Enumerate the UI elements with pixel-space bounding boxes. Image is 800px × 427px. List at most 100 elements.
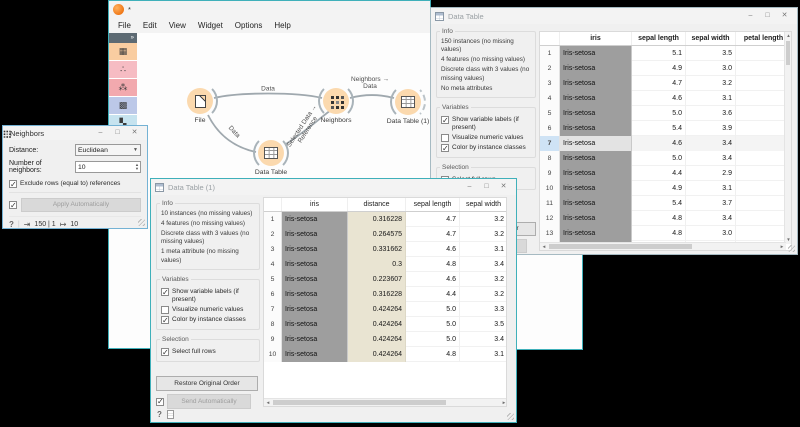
node-neighbors[interactable] bbox=[323, 88, 349, 114]
menu-help[interactable]: Help bbox=[268, 21, 296, 30]
maximize-button[interactable]: □ bbox=[759, 8, 776, 24]
table-cell: 0.264575 bbox=[348, 227, 406, 242]
minimize-button[interactable]: – bbox=[92, 126, 109, 140]
dock-collapse-button[interactable]: » bbox=[109, 33, 137, 43]
table-row[interactable]: 4Iris-setosa4.63.11.5 bbox=[540, 91, 786, 106]
menu-view[interactable]: View bbox=[163, 21, 192, 30]
send-automatically-checkbox[interactable] bbox=[156, 398, 164, 406]
num-neighbors-stepper[interactable]: 10 ▲▼ bbox=[75, 161, 141, 173]
close-button[interactable]: ✕ bbox=[495, 179, 512, 195]
table-row[interactable]: 3Iris-setosa4.73.21.3 bbox=[540, 76, 786, 91]
table-row[interactable]: 13Iris-setosa4.83.01.4 bbox=[540, 226, 786, 241]
main-title-bar[interactable]: * bbox=[109, 1, 430, 17]
table-row[interactable]: 10Iris-setosa0.4242644.83.1 bbox=[264, 347, 506, 362]
table-cell: Iris-setosa bbox=[282, 227, 348, 242]
scroll-down-icon[interactable]: ▼ bbox=[785, 236, 792, 244]
horizontal-scrollbar[interactable]: ◄ ► bbox=[264, 398, 507, 406]
data-table-title-bar[interactable]: Data Table – □ ✕ bbox=[431, 8, 797, 24]
spin-down-icon[interactable]: ▼ bbox=[135, 167, 139, 171]
close-button[interactable]: ✕ bbox=[126, 126, 143, 140]
dock-category-data[interactable]: ▦ bbox=[109, 43, 137, 61]
menu-file[interactable]: File bbox=[112, 21, 137, 30]
horizontal-scrollbar[interactable]: ◄ ► bbox=[540, 242, 786, 250]
table-row[interactable]: 11Iris-setosa5.43.71.5 bbox=[540, 196, 786, 211]
variables-checkbox[interactable]: Visualize numeric values bbox=[161, 306, 255, 314]
column-header[interactable]: iris bbox=[560, 32, 632, 45]
table-row[interactable]: 8Iris-setosa0.4242645.03.5 bbox=[264, 317, 506, 332]
send-automatically-button[interactable]: Send Automatically bbox=[167, 394, 251, 409]
close-button[interactable]: ✕ bbox=[776, 8, 793, 24]
column-header[interactable]: sepal width bbox=[686, 32, 736, 45]
node-data-table-1[interactable] bbox=[395, 89, 421, 115]
info-group: Info 150 instances (no missing values)4 … bbox=[436, 31, 536, 98]
resize-grip[interactable] bbox=[507, 413, 514, 420]
scroll-left-icon[interactable]: ◄ bbox=[540, 243, 548, 250]
scroll-right-icon[interactable]: ► bbox=[778, 243, 786, 250]
variables-checkbox[interactable]: Color by instance classes bbox=[441, 144, 531, 152]
table-header[interactable]: irissepal lengthsepal widthpetal length bbox=[540, 32, 786, 46]
node-file[interactable] bbox=[187, 88, 213, 114]
table-row[interactable]: 9Iris-setosa0.4242645.03.4 bbox=[264, 332, 506, 347]
column-header[interactable]: sepal width bbox=[460, 198, 507, 211]
scroll-right-icon[interactable]: ► bbox=[500, 399, 507, 406]
table-cell: 4.7 bbox=[406, 212, 460, 227]
column-header[interactable]: sepal length bbox=[406, 198, 460, 211]
table-row[interactable]: 10Iris-setosa4.93.11.5 bbox=[540, 181, 786, 196]
variables-checkbox[interactable]: Visualize numeric values bbox=[441, 134, 531, 142]
table-row[interactable]: 1Iris-setosa5.13.51.4 bbox=[540, 46, 786, 61]
dock-category-visualize[interactable]: ∴ bbox=[109, 61, 137, 79]
variables-checkbox[interactable]: Show variable labels (if present) bbox=[441, 116, 531, 132]
table-header[interactable]: irisdistancesepal lengthsepal width bbox=[264, 198, 506, 212]
table-row[interactable]: 3Iris-setosa0.3316624.63.1 bbox=[264, 242, 506, 257]
link-file-neighbors[interactable] bbox=[214, 94, 322, 99]
apply-automatically-checkbox[interactable] bbox=[9, 201, 17, 209]
table-row[interactable]: 12Iris-setosa4.83.41.6 bbox=[540, 211, 786, 226]
table-cell: 1.5 bbox=[736, 196, 786, 211]
data-table-1-title-bar[interactable]: Data Table (1) – □ ✕ bbox=[151, 179, 516, 195]
minimize-button[interactable]: – bbox=[742, 8, 759, 24]
row-number: 2 bbox=[540, 61, 560, 76]
maximize-button[interactable]: □ bbox=[478, 179, 495, 195]
variables-checkbox[interactable]: Color by instance classes bbox=[161, 316, 255, 324]
table-row[interactable]: 2Iris-setosa0.2645754.73.2 bbox=[264, 227, 506, 242]
table-row[interactable]: 8Iris-setosa5.03.41.5 bbox=[540, 151, 786, 166]
table-row[interactable]: 6Iris-setosa0.3162284.43.2 bbox=[264, 287, 506, 302]
exclude-rows-checkbox[interactable]: Exclude rows (equal to) references bbox=[9, 180, 141, 188]
column-header[interactable]: iris bbox=[282, 198, 348, 211]
table-row[interactable]: 4Iris-setosa0.34.83.4 bbox=[264, 257, 506, 272]
column-header[interactable]: distance bbox=[348, 198, 406, 211]
help-status-icon[interactable]: ? bbox=[157, 410, 162, 419]
report-status-icon[interactable] bbox=[167, 410, 174, 419]
resize-grip[interactable] bbox=[138, 219, 145, 226]
scroll-left-icon[interactable]: ◄ bbox=[264, 399, 272, 406]
table-row[interactable]: 6Iris-setosa5.43.91.7 bbox=[540, 121, 786, 136]
table-row[interactable]: 2Iris-setosa4.93.01.4 bbox=[540, 61, 786, 76]
table-row[interactable]: 1Iris-setosa0.3162284.73.2 bbox=[264, 212, 506, 227]
table-row[interactable]: 7Iris-setosa0.4242645.03.3 bbox=[264, 302, 506, 317]
table-row[interactable]: 9Iris-setosa4.42.91.4 bbox=[540, 166, 786, 181]
variables-checkbox[interactable]: Show variable labels (if present) bbox=[161, 288, 255, 304]
select-full-rows-checkbox[interactable]: Select full rows bbox=[161, 348, 255, 356]
vertical-scrollbar[interactable]: ▲ ▼ bbox=[784, 32, 791, 244]
help-status-icon[interactable]: ? bbox=[9, 220, 14, 229]
table-row[interactable]: 5Iris-setosa0.2236074.63.2 bbox=[264, 272, 506, 287]
resize-grip[interactable] bbox=[788, 245, 795, 252]
distance-combobox[interactable]: Euclidean ▼ bbox=[75, 144, 141, 156]
table-row[interactable]: 7Iris-setosa4.63.41.4 bbox=[540, 136, 786, 151]
dock-category-evaluate[interactable]: ▩ bbox=[109, 97, 137, 115]
maximize-button[interactable]: □ bbox=[109, 126, 126, 140]
neighbors-title-bar[interactable]: Neighbors – □ ✕ bbox=[3, 126, 147, 140]
link-neighbors-datatable1[interactable] bbox=[350, 95, 394, 98]
column-header[interactable]: sepal length bbox=[632, 32, 686, 45]
chevron-down-icon: ▼ bbox=[133, 147, 138, 153]
dock-category-model[interactable]: ⁂ bbox=[109, 79, 137, 97]
apply-automatically-button[interactable]: Apply Automatically bbox=[21, 198, 141, 212]
node-data-table[interactable] bbox=[258, 140, 284, 166]
restore-original-order-button[interactable]: Restore Original Order bbox=[156, 376, 258, 391]
menu-widget[interactable]: Widget bbox=[192, 21, 229, 30]
scroll-up-icon[interactable]: ▲ bbox=[785, 32, 792, 40]
menu-options[interactable]: Options bbox=[229, 21, 269, 30]
menu-edit[interactable]: Edit bbox=[137, 21, 163, 30]
minimize-button[interactable]: – bbox=[461, 179, 478, 195]
table-row[interactable]: 5Iris-setosa5.03.61.4 bbox=[540, 106, 786, 121]
